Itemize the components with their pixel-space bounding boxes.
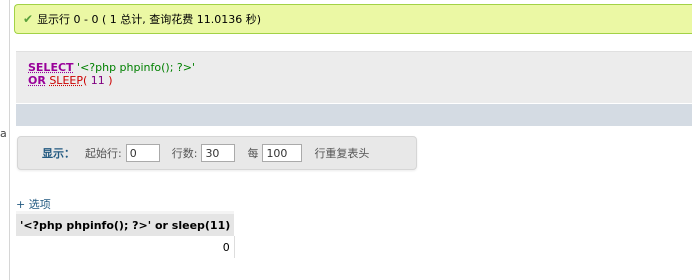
- navigation-bar: 显示： 起始行: 行数: 每 行重复表头: [17, 136, 417, 170]
- result-table: '<?php phpinfo(); ?>' or sleep(11) 0: [16, 211, 235, 258]
- sql-actions-bar: [16, 104, 692, 126]
- sql-argument: 11: [90, 74, 105, 87]
- left-panel-edge: [0, 0, 10, 280]
- result-column-header[interactable]: '<?php phpinfo(); ?>' or sleep(11): [16, 211, 235, 236]
- repeat-headers-input[interactable]: [262, 144, 303, 162]
- sql-line-2: OR SLEEP( 11 ): [28, 74, 692, 87]
- repeat-headers-label: 行重复表头: [314, 147, 370, 160]
- sql-string-literal: '<?php phpinfo(); ?>': [73, 61, 195, 74]
- rows-label: 行数:: [171, 147, 198, 160]
- start-row-label: 起始行:: [85, 147, 122, 160]
- success-text: 显示行 0 - 0 ( 1 总计, 查询花费 11.0136 秒): [37, 13, 262, 26]
- result-cell: 0: [16, 236, 235, 258]
- check-icon: ✔: [23, 12, 34, 26]
- start-row-input[interactable]: [125, 144, 160, 162]
- rows-input[interactable]: [201, 144, 236, 162]
- sql-paren-close: ): [104, 74, 113, 87]
- options-link[interactable]: + 选项: [16, 196, 51, 212]
- sql-or-keyword[interactable]: OR: [28, 74, 46, 87]
- show-label: 显示：: [42, 147, 75, 160]
- sql-select-keyword[interactable]: SELECT: [28, 61, 74, 74]
- sql-line-1: SELECT '<?php phpinfo(); ?>': [28, 61, 692, 74]
- table-row: 0: [16, 236, 235, 258]
- success-message: ✔ 显示行 0 - 0 ( 1 总计, 查询花费 11.0136 秒): [14, 4, 692, 34]
- left-panel-fragment: a: [0, 127, 7, 140]
- per-label: 每: [247, 147, 259, 160]
- sql-paren-open: (: [82, 74, 91, 87]
- panel-divider: [9, 0, 10, 280]
- sql-sleep-function[interactable]: SLEEP: [49, 74, 83, 87]
- sql-query-box: SELECT '<?php phpinfo(); ?>' OR SLEEP( 1…: [16, 51, 692, 103]
